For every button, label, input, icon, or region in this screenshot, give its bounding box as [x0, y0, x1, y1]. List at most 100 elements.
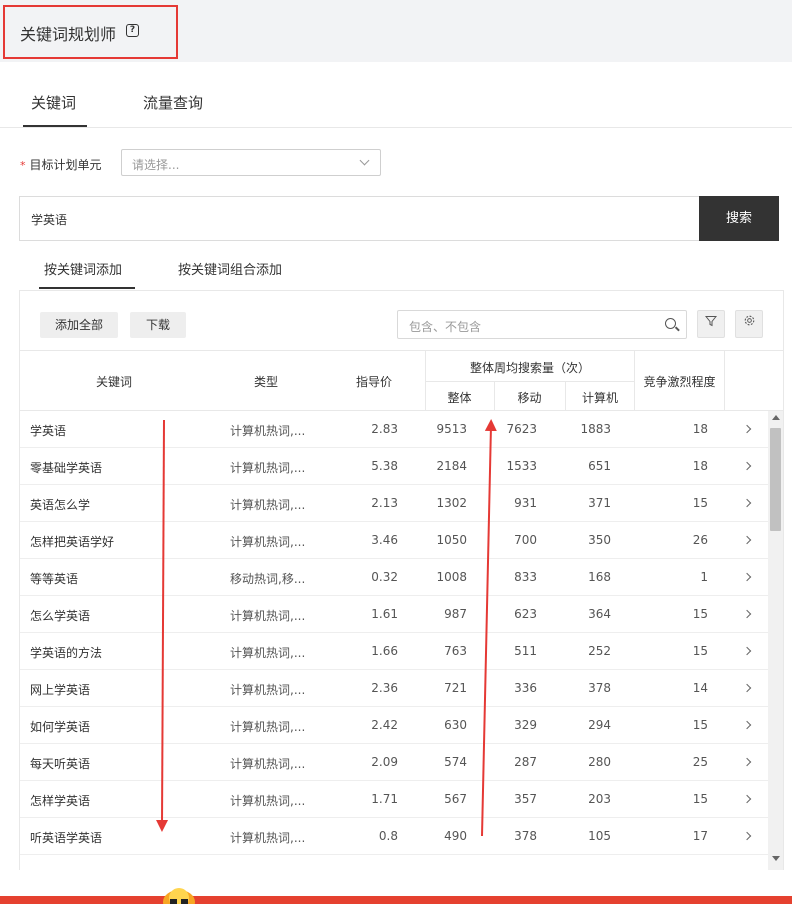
search-button[interactable]: 搜索	[699, 196, 779, 241]
tab-traffic-query[interactable]: 流量查询	[143, 92, 203, 113]
footer-bar	[0, 896, 792, 904]
chevron-right-icon[interactable]	[742, 831, 752, 841]
add-all-button[interactable]: 添加全部	[40, 312, 118, 338]
chevron-right-icon[interactable]	[742, 720, 752, 730]
chevron-right-icon[interactable]	[742, 461, 752, 471]
cell-competition: 18	[692, 459, 708, 473]
cell-price: 3.46	[371, 533, 398, 547]
target-unit-label-text: 目标计划单元	[29, 158, 102, 172]
chevron-down-icon	[359, 155, 370, 166]
cell-total-searches: 721	[444, 681, 467, 695]
cell-competition: 15	[692, 718, 708, 732]
cell-price: 5.38	[371, 459, 398, 473]
table-row[interactable]: 听英语学英语 计算机热词,... 0.8 490 378 105 17	[20, 818, 768, 855]
cell-mobile-searches: 357	[514, 792, 537, 806]
cell-mobile-searches: 287	[514, 755, 537, 769]
scroll-down-arrow-icon[interactable]	[772, 856, 780, 861]
table-row[interactable]: 学英语 计算机热词,... 2.83 9513 7623 1883 18	[20, 411, 768, 448]
keyword-search-input[interactable]: 学英语	[19, 196, 699, 241]
annotation-highlight-box	[3, 5, 178, 59]
chevron-right-icon[interactable]	[742, 535, 752, 545]
cell-pc-searches: 378	[588, 681, 611, 695]
filter-icon[interactable]	[697, 310, 725, 338]
cell-mobile-searches: 511	[514, 644, 537, 658]
chevron-right-icon[interactable]	[742, 609, 752, 619]
cell-pc-searches: 294	[588, 718, 611, 732]
cell-total-searches: 490	[444, 829, 467, 843]
download-button[interactable]: 下载	[130, 312, 186, 338]
table-row[interactable]: 英语怎么学 计算机热词,... 2.13 1302 931 371 15	[20, 485, 768, 522]
cell-price: 0.32	[371, 570, 398, 584]
col-header-type[interactable]: 类型	[254, 373, 278, 390]
cell-competition: 15	[692, 496, 708, 510]
cell-keyword: 怎么学英语	[30, 609, 91, 623]
cell-price: 1.61	[371, 607, 398, 621]
col-header-total[interactable]: 整体	[425, 389, 494, 406]
cell-mobile-searches: 833	[514, 570, 537, 584]
cell-pc-searches: 252	[588, 644, 611, 658]
cell-price: 1.71	[371, 792, 398, 806]
cell-total-searches: 1008	[436, 570, 467, 584]
cell-competition: 15	[692, 792, 708, 806]
chevron-right-icon[interactable]	[742, 757, 752, 767]
chevron-right-icon[interactable]	[742, 646, 752, 656]
search-icon[interactable]	[665, 318, 676, 329]
chevron-right-icon[interactable]	[742, 498, 752, 508]
table-row[interactable]: 怎么学英语 计算机热词,... 1.61 987 623 364 15	[20, 596, 768, 633]
cell-keyword: 怎样学英语	[30, 794, 91, 808]
cell-total-searches: 1302	[436, 496, 467, 510]
col-header-mobile[interactable]: 移动	[494, 389, 565, 406]
target-unit-select[interactable]: 请选择...	[121, 149, 381, 176]
table-row[interactable]: 怎样把英语学好 计算机热词,... 3.46 1050 700 350 26	[20, 522, 768, 559]
cell-keyword: 怎样把英语学好	[30, 535, 115, 549]
cell-type: 移动热词,移...	[230, 572, 306, 586]
tab-keywords[interactable]: 关键词	[31, 92, 76, 113]
required-marker: *	[20, 159, 26, 172]
cell-keyword: 网上学英语	[30, 683, 91, 697]
cell-price: 1.66	[371, 644, 398, 658]
chevron-right-icon[interactable]	[742, 794, 752, 804]
tab-add-by-keyword[interactable]: 按关键词添加	[44, 259, 122, 278]
cell-mobile-searches: 931	[514, 496, 537, 510]
table-row[interactable]: 零基础学英语 计算机热词,... 5.38 2184 1533 651 18	[20, 448, 768, 485]
gear-icon[interactable]	[735, 310, 763, 338]
cell-keyword: 学英语	[30, 424, 67, 438]
target-unit-placeholder: 请选择...	[132, 158, 180, 172]
cell-keyword: 如何学英语	[30, 720, 91, 734]
col-header-price[interactable]: 指导价	[356, 373, 392, 390]
col-header-competition[interactable]: 竞争激烈程度	[635, 373, 724, 390]
scroll-up-arrow-icon[interactable]	[772, 415, 780, 420]
vertical-scrollbar[interactable]	[768, 411, 783, 870]
table-row[interactable]: 学英语的方法 计算机热词,... 1.66 763 511 252 15	[20, 633, 768, 670]
cell-mobile-searches: 7623	[506, 422, 537, 436]
chevron-right-icon[interactable]	[742, 572, 752, 582]
col-header-keyword[interactable]: 关键词	[96, 373, 132, 390]
chevron-right-icon[interactable]	[742, 424, 752, 434]
cell-type: 计算机热词,...	[230, 535, 306, 549]
cell-competition: 18	[692, 422, 708, 436]
cell-type: 计算机热词,...	[230, 609, 306, 623]
cell-total-searches: 1050	[436, 533, 467, 547]
active-tab-indicator	[23, 125, 87, 127]
cell-price: 0.8	[378, 829, 398, 843]
table-row[interactable]: 如何学英语 计算机热词,... 2.42 630 329 294 15	[20, 707, 768, 744]
cell-price: 2.36	[371, 681, 398, 695]
target-unit-label: * 目标计划单元	[20, 156, 102, 173]
table-row[interactable]: 怎样学英语 计算机热词,... 1.71 567 357 203 15	[20, 781, 768, 818]
chevron-right-icon[interactable]	[742, 683, 752, 693]
cell-competition: 15	[692, 607, 708, 621]
tab-add-by-keyword-combo[interactable]: 按关键词组合添加	[178, 259, 282, 278]
cell-competition: 26	[692, 533, 708, 547]
cell-type: 计算机热词,...	[230, 720, 306, 734]
table-row[interactable]: 网上学英语 计算机热词,... 2.36 721 336 378 14	[20, 670, 768, 707]
scrollbar-thumb[interactable]	[770, 428, 781, 531]
cell-keyword: 等等英语	[30, 572, 79, 586]
cell-mobile-searches: 700	[514, 533, 537, 547]
cell-type: 计算机热词,...	[230, 831, 306, 845]
cell-type: 计算机热词,...	[230, 757, 306, 771]
table-row[interactable]: 每天听英语 计算机热词,... 2.09 574 287 280 25	[20, 744, 768, 781]
table-row[interactable]: 等等英语 移动热词,移... 0.32 1008 833 168 1	[20, 559, 768, 596]
filter-input[interactable]: 包含、不包含	[397, 310, 687, 339]
cell-pc-searches: 105	[588, 829, 611, 843]
col-header-pc[interactable]: 计算机	[565, 389, 635, 406]
